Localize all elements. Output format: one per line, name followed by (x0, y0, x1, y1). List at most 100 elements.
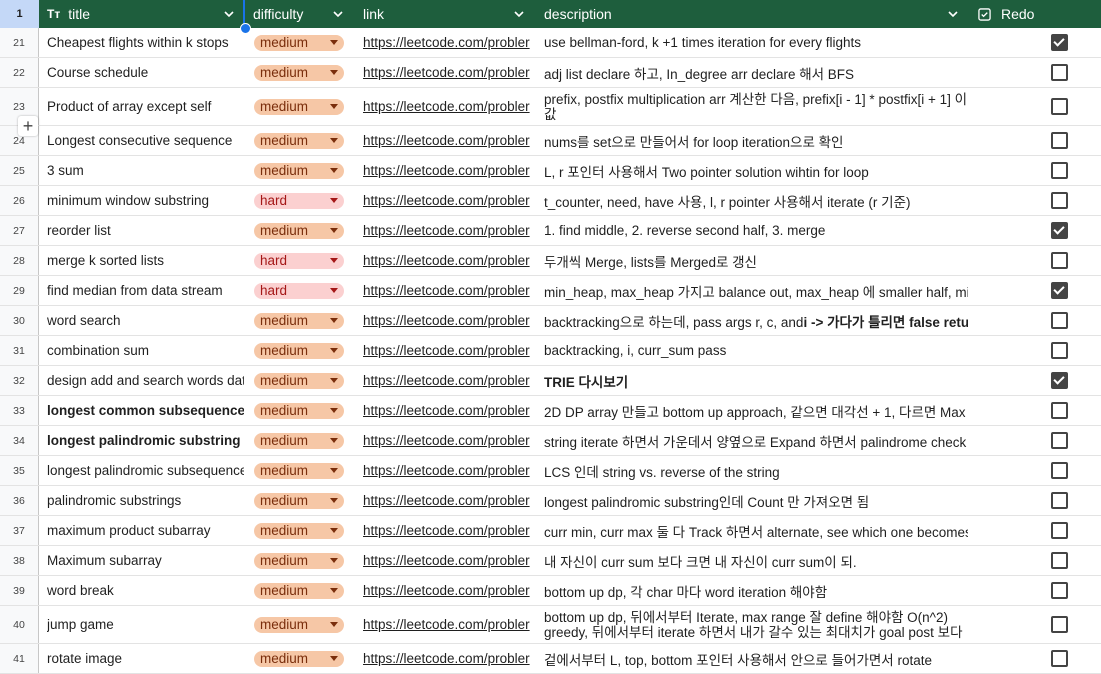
redo-cell[interactable] (1050, 576, 1068, 605)
description-cell[interactable]: 내 자신이 curr sum 보다 크면 내 자신이 curr sum이 되. (544, 546, 968, 575)
chevron-down-icon[interactable] (222, 7, 236, 21)
dropdown-arrow-icon[interactable] (330, 527, 338, 533)
dropdown-arrow-icon[interactable] (330, 317, 338, 323)
redo-cell[interactable] (1050, 546, 1068, 575)
row-number[interactable]: 28 (0, 246, 39, 275)
link-cell[interactable]: https://leetcode.com/probler (363, 58, 535, 87)
description-cell[interactable]: 두개씩 Merge, lists를 Merged로 갱신 (544, 246, 968, 275)
redo-checkbox[interactable] (1050, 132, 1068, 149)
column-header-link[interactable]: link (363, 0, 534, 28)
table-row[interactable]: 29 find median from data stream hard https:… (0, 276, 1101, 306)
difficulty-cell[interactable]: medium (254, 546, 344, 575)
dropdown-arrow-icon[interactable] (330, 257, 338, 263)
title-cell[interactable]: word search (47, 306, 244, 335)
column-header-redo[interactable]: Redo (978, 0, 1098, 28)
redo-checkbox[interactable] (1050, 650, 1068, 667)
title-cell[interactable]: word break (47, 576, 244, 605)
title-cell[interactable]: Longest consecutive sequence (47, 126, 244, 155)
difficulty-chip[interactable]: medium (254, 342, 344, 359)
title-cell[interactable]: design add and search words dat (47, 366, 244, 395)
dropdown-arrow-icon[interactable] (330, 69, 338, 75)
link-cell[interactable]: https://leetcode.com/probler (363, 126, 535, 155)
redo-cell[interactable] (1050, 276, 1068, 305)
difficulty-cell[interactable]: medium (254, 216, 344, 245)
difficulty-cell[interactable]: medium (254, 306, 344, 335)
row-number[interactable]: 31 (0, 336, 39, 365)
redo-cell[interactable] (1050, 28, 1068, 57)
title-cell[interactable]: Cheapest flights within k stops (47, 28, 244, 57)
table-row[interactable]: 38 Maximum subarray medium https://leetcode… (0, 546, 1101, 576)
difficulty-chip[interactable]: hard (254, 192, 344, 209)
difficulty-cell[interactable]: medium (254, 396, 344, 425)
title-cell[interactable]: reorder list (47, 216, 244, 245)
difficulty-chip[interactable]: hard (254, 252, 344, 269)
description-cell[interactable]: backtracking으로 하는데, pass args r, c, and … (544, 306, 968, 335)
link-cell[interactable]: https://leetcode.com/probler (363, 366, 535, 395)
link-cell[interactable]: https://leetcode.com/probler (363, 644, 535, 673)
description-cell[interactable]: string iterate 하면서 가운데서 양옆으로 Expand 하면서 … (544, 426, 968, 455)
difficulty-chip[interactable]: medium (254, 582, 344, 599)
difficulty-chip[interactable]: medium (254, 312, 344, 329)
table-row[interactable]: 30 word search medium https://leetcode.com/… (0, 306, 1101, 336)
table-row[interactable]: 21 Cheapest flights within k stops medium h… (0, 28, 1101, 58)
redo-cell[interactable] (1050, 58, 1068, 87)
dropdown-arrow-icon[interactable] (330, 407, 338, 413)
difficulty-cell[interactable]: medium (254, 88, 344, 125)
title-cell[interactable]: merge k sorted lists (47, 246, 244, 275)
redo-cell[interactable] (1050, 186, 1068, 215)
title-cell[interactable]: maximum product subarray (47, 516, 244, 545)
header-row-number[interactable]: 1 (0, 0, 39, 28)
difficulty-chip[interactable]: medium (254, 522, 344, 539)
row-number[interactable]: 37 (0, 516, 39, 545)
table-row[interactable]: 39 word break medium https://leetcode.com/p… (0, 576, 1101, 606)
table-row[interactable]: 31 combination sum medium https://leetcode.… (0, 336, 1101, 366)
link-cell[interactable]: https://leetcode.com/probler (363, 336, 535, 365)
table-row[interactable]: 22 Course schedule medium https://leetcode.… (0, 58, 1101, 88)
description-cell[interactable]: prefix, postfix multiplication arr 계산한 다… (544, 88, 968, 125)
table-row[interactable]: 27 reorder list medium https://leetcode.com… (0, 216, 1101, 246)
column-header-description[interactable]: description (544, 0, 968, 28)
redo-checkbox[interactable] (1050, 522, 1068, 539)
title-cell[interactable]: rotate image (47, 644, 244, 673)
difficulty-chip[interactable]: medium (254, 222, 344, 239)
description-cell[interactable]: curr min, curr max 둘 다 Track 하면서 alterna… (544, 516, 968, 545)
table-row[interactable]: 41 rotate image medium https://leetcode.com… (0, 644, 1101, 674)
table-row[interactable]: 33 longest common subsequence medium https:… (0, 396, 1101, 426)
redo-checkbox[interactable] (1050, 582, 1068, 599)
difficulty-cell[interactable]: hard (254, 276, 344, 305)
redo-checkbox[interactable] (1050, 282, 1068, 299)
row-number[interactable]: 21 (0, 28, 39, 57)
difficulty-cell[interactable]: medium (254, 366, 344, 395)
description-cell[interactable]: 1. find middle, 2. reverse second half, … (544, 216, 968, 245)
link-cell[interactable]: https://leetcode.com/probler (363, 396, 535, 425)
title-cell[interactable]: 3 sum (47, 156, 244, 185)
title-cell[interactable]: find median from data stream (47, 276, 244, 305)
redo-checkbox[interactable] (1050, 342, 1068, 359)
title-cell[interactable]: palindromic substrings (47, 486, 244, 515)
row-number[interactable]: 27 (0, 216, 39, 245)
link-cell[interactable]: https://leetcode.com/probler (363, 216, 535, 245)
link-cell[interactable]: https://leetcode.com/probler (363, 246, 535, 275)
table-row[interactable]: 25 3 sum medium https://leetcode.com/proble… (0, 156, 1101, 186)
dropdown-arrow-icon[interactable] (330, 167, 338, 173)
dropdown-arrow-icon[interactable] (330, 197, 338, 203)
row-number[interactable]: 36 (0, 486, 39, 515)
table-row[interactable]: 26 minimum window substring hard https://le… (0, 186, 1101, 216)
difficulty-chip[interactable]: medium (254, 372, 344, 389)
redo-cell[interactable] (1050, 126, 1068, 155)
redo-checkbox[interactable] (1050, 462, 1068, 479)
description-cell[interactable]: min_heap, max_heap 가지고 balance out, max_… (544, 276, 968, 305)
table-row[interactable]: 23 Product of array except self medium http… (0, 88, 1101, 126)
link-cell[interactable]: https://leetcode.com/probler (363, 186, 535, 215)
difficulty-chip[interactable]: medium (254, 616, 344, 633)
link-cell[interactable]: https://leetcode.com/probler (363, 306, 535, 335)
table-row[interactable]: 32 design add and search words dat medium h… (0, 366, 1101, 396)
dropdown-arrow-icon[interactable] (330, 655, 338, 661)
link-cell[interactable]: https://leetcode.com/probler (363, 276, 535, 305)
row-number[interactable]: 26 (0, 186, 39, 215)
dropdown-arrow-icon[interactable] (330, 103, 338, 109)
dropdown-arrow-icon[interactable] (330, 621, 338, 627)
description-cell[interactable]: LCS 인데 string vs. reverse of the string (544, 456, 968, 485)
description-cell[interactable]: 2D DP array 만들고 bottom up approach, 같으면 … (544, 396, 968, 425)
row-number[interactable]: 38 (0, 546, 39, 575)
